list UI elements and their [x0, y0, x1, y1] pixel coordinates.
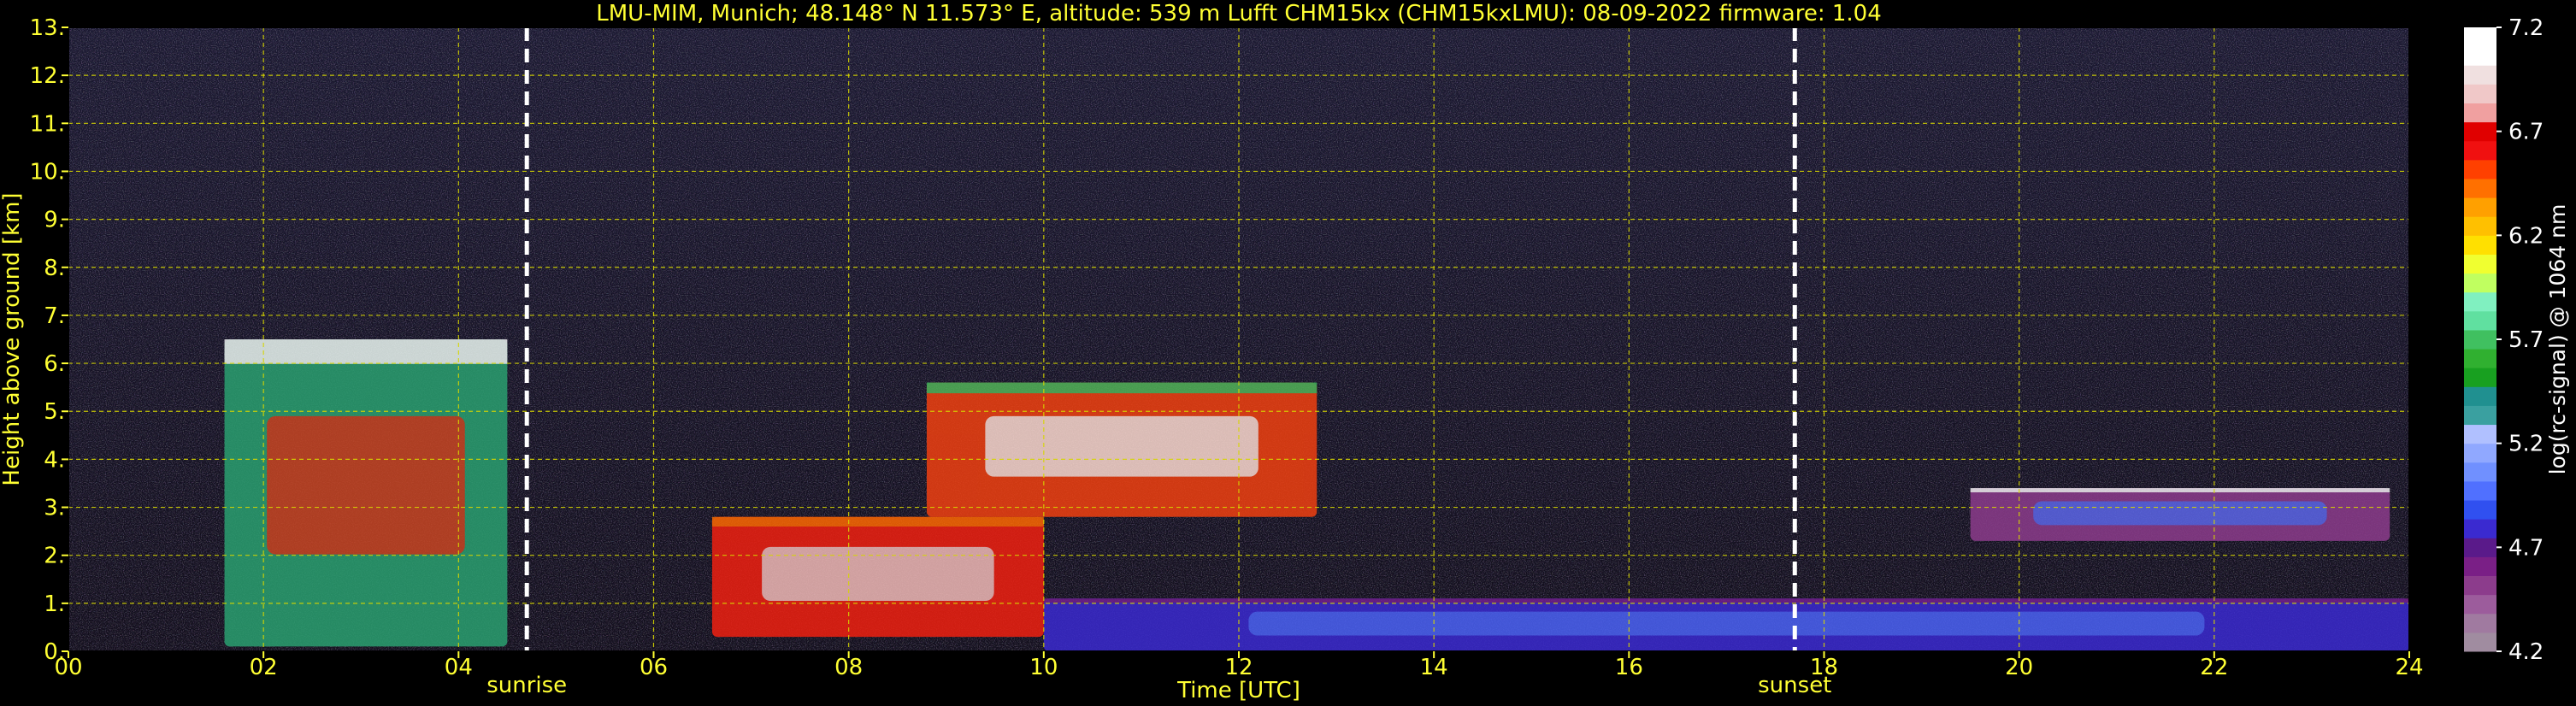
colorbar-segment: [2464, 519, 2496, 538]
x-tick-label: 20: [2005, 655, 2033, 680]
feature-1: [711, 516, 1044, 638]
colorbar-segment: [2464, 424, 2496, 444]
x-tick-label: 06: [640, 655, 668, 680]
y-tick-label: 12.: [30, 63, 65, 89]
y-tick-label: 8.: [44, 256, 65, 281]
colorbar-segment: [2464, 368, 2496, 387]
x-tick-label: 16: [1615, 655, 1643, 680]
x-tick-label: 12: [1224, 655, 1253, 680]
colorbar-segment: [2464, 329, 2496, 350]
y-tick-label: 11.: [30, 111, 65, 137]
colorbar-segment: [2464, 84, 2496, 103]
x-tick-label: 24: [2395, 655, 2423, 680]
x-tick-label: 00: [54, 655, 82, 680]
colorbar-segment: [2464, 632, 2496, 652]
colorbar-segment: [2464, 613, 2496, 633]
feature-2: [926, 382, 1317, 517]
colorbar-segment: [2464, 291, 2496, 312]
colorbar-segment: [2464, 103, 2496, 123]
ceilometer-figure: LMU-MIM, Munich; 48.148° N 11.573° E, al…: [0, 0, 2576, 706]
colorbar-tick-label: 6.2: [2508, 223, 2544, 249]
feature-3: [1970, 488, 2390, 541]
colorbar-segment: [2464, 575, 2496, 596]
colorbar-segment: [2464, 349, 2496, 368]
y-tick-label: 7.: [44, 303, 65, 329]
colorbar-segment: [2464, 121, 2496, 142]
colorbar-segment: [2464, 254, 2496, 274]
x-tick-label: 10: [1029, 655, 1058, 680]
colorbar-segment: [2464, 27, 2496, 47]
colorbar-segment: [2464, 500, 2496, 520]
colorbar-segment: [2464, 386, 2496, 406]
colorbar-segment: [2464, 462, 2496, 482]
colorbar-tick-label: 6.7: [2508, 120, 2544, 145]
y-axis-label: Height above ground [km]: [0, 192, 25, 485]
x-axis-label: Time [UTC]: [1176, 678, 1300, 703]
colorbar-segment: [2464, 178, 2496, 198]
x-tick-label: 08: [834, 655, 863, 680]
colorbar-segment: [2464, 216, 2496, 236]
colorbar: [2464, 27, 2496, 652]
colorbar-segment: [2464, 480, 2496, 501]
colorbar-label: log(rc-signal) @ 1064 nm: [2545, 204, 2570, 475]
x-tick-label: 02: [250, 655, 278, 680]
colorbar-tick-label: 5.2: [2508, 432, 2544, 457]
feature-4: [1043, 598, 2409, 651]
y-tick-label: 6.: [44, 351, 65, 377]
colorbar-tick-label: 4.7: [2508, 535, 2544, 561]
sunrise-label: sunrise: [486, 673, 567, 698]
x-tick-label: 04: [445, 655, 473, 680]
y-tick-label: 4.: [44, 447, 65, 473]
colorbar-segment: [2464, 197, 2496, 217]
plot-area: [68, 26, 2410, 652]
colorbar-segment: [2464, 405, 2496, 426]
chart-title: LMU-MIM, Munich; 48.148° N 11.573° E, al…: [596, 1, 1881, 26]
y-tick-label: 9.: [44, 208, 65, 233]
colorbar-segment: [2464, 235, 2496, 255]
y-tick-label: 5.: [44, 399, 65, 425]
y-tick-label: 13.: [30, 15, 65, 41]
colorbar-tick-label: 5.7: [2508, 327, 2544, 353]
colorbar-tick-label: 4.2: [2508, 639, 2544, 665]
colorbar-segment: [2464, 594, 2496, 615]
colorbar-segment: [2464, 538, 2496, 557]
colorbar-segment: [2464, 310, 2496, 331]
x-tick-label: 14: [1420, 655, 1448, 680]
colorbar-tick-label: 7.2: [2508, 15, 2544, 41]
sunset-label: sunset: [1758, 673, 1831, 698]
colorbar-segment: [2464, 159, 2496, 179]
colorbar-segment: [2464, 140, 2496, 161]
y-tick-label: 2.: [44, 544, 65, 569]
x-tick-label: 22: [2200, 655, 2228, 680]
colorbar-segment: [2464, 443, 2496, 463]
colorbar-segment: [2464, 65, 2496, 85]
y-tick-label: 1.: [44, 591, 65, 617]
colorbar-segment: [2464, 273, 2496, 293]
feature-0: [224, 339, 508, 647]
colorbar-segment: [2464, 46, 2496, 66]
y-tick-label: 3.: [44, 496, 65, 521]
colorbar-segment: [2464, 556, 2496, 577]
y-tick-label: 10.: [30, 159, 65, 185]
